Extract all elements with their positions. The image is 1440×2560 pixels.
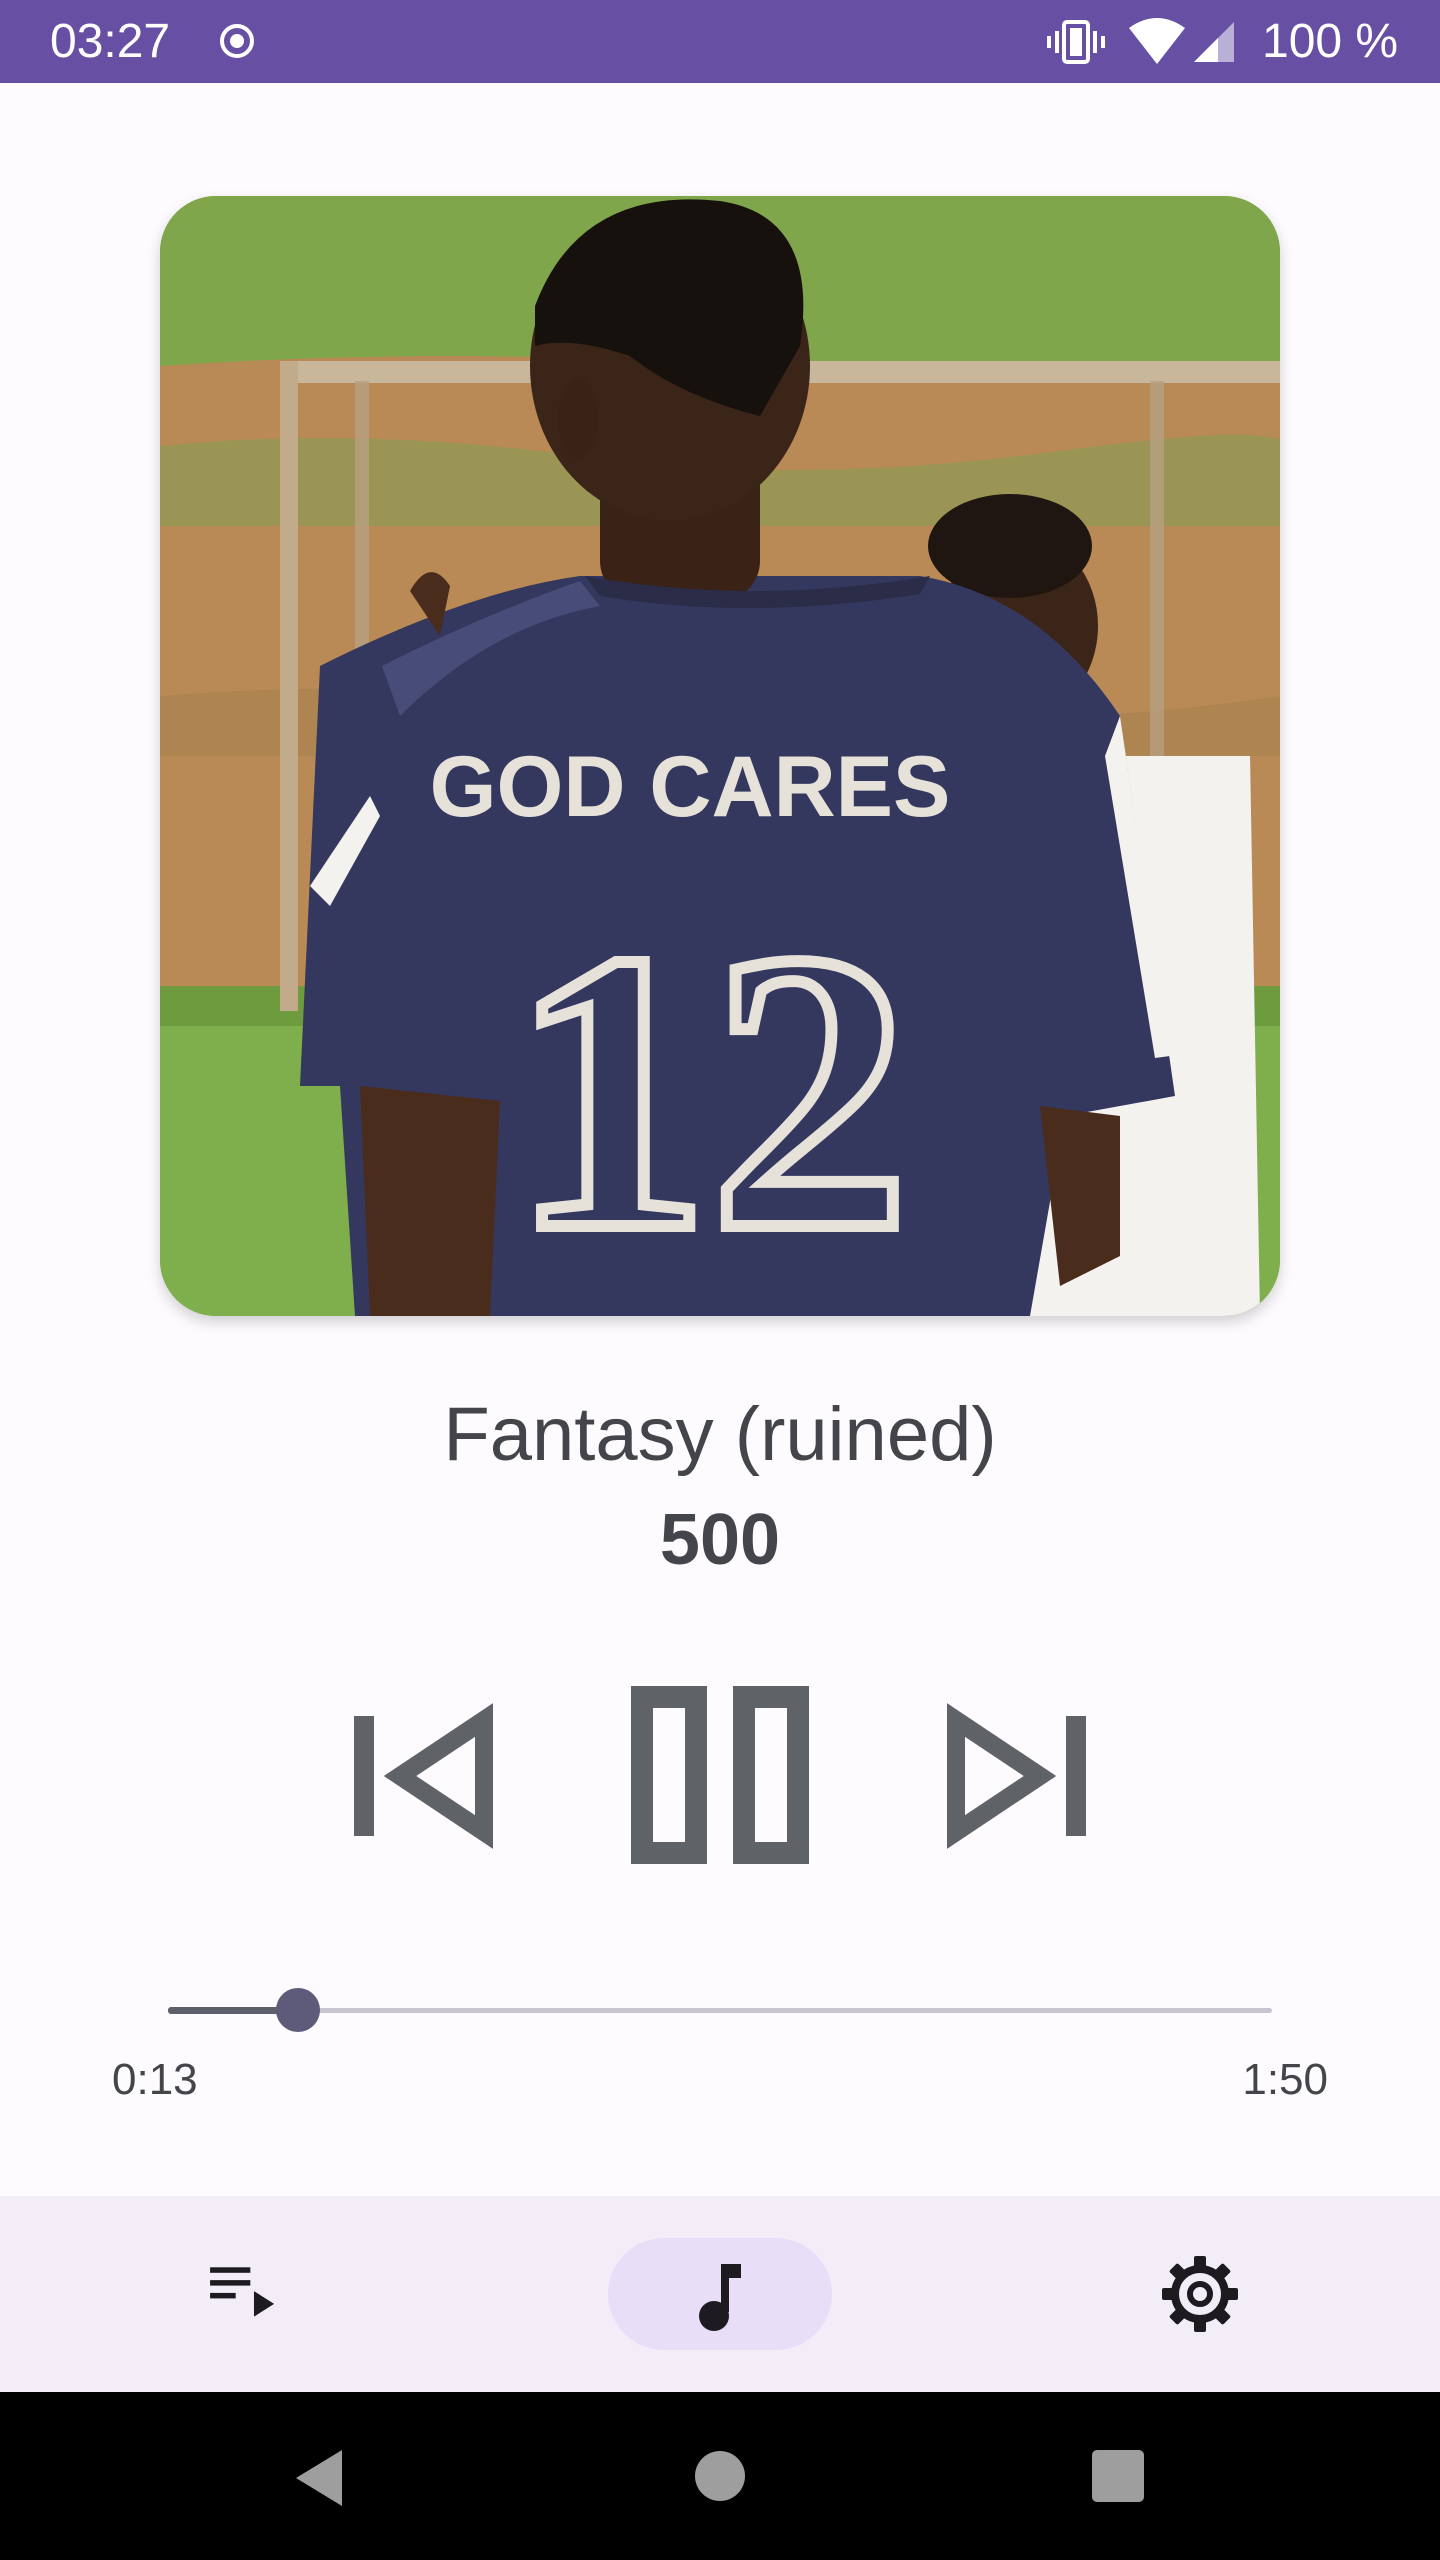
music-note-icon	[699, 2264, 741, 2331]
skip-previous-icon	[354, 1703, 493, 1849]
queue-icon	[210, 2267, 275, 2317]
album-art: GOD CARES 12	[160, 196, 1280, 1316]
bottom-navigation	[0, 2196, 1440, 2392]
nav-item-settings[interactable]	[1120, 2196, 1280, 2392]
elapsed-time: 0:13	[112, 2055, 198, 2104]
music-player-screen: 03:27 100 % GOD CARES 12 Fantasy (ruined…	[0, 0, 1440, 2560]
wifi-icon	[1129, 18, 1185, 64]
track-artist: 500	[659, 1500, 781, 1580]
signal-icon	[1194, 22, 1234, 62]
nav-item-player[interactable]	[560, 2196, 880, 2392]
skip-next-icon	[947, 1703, 1086, 1849]
jersey-text: GOD CARES	[430, 739, 951, 835]
record-icon	[220, 24, 254, 58]
home-icon[interactable]	[694, 2450, 746, 2502]
recents-icon[interactable]	[1090, 2448, 1146, 2504]
seek-bar[interactable]	[168, 1980, 1272, 2040]
total-time: 1:50	[1242, 2055, 1328, 2104]
system-navigation-bar	[0, 2392, 1440, 2560]
status-bar: 03:27 100 %	[0, 0, 1440, 83]
track-title: Fantasy (ruined)	[443, 1392, 997, 1477]
gear-icon	[1162, 2256, 1238, 2332]
jersey-number: 12	[510, 870, 910, 1313]
skip-next-button[interactable]	[940, 1700, 1100, 1850]
skip-previous-button[interactable]	[340, 1700, 500, 1850]
back-icon[interactable]	[290, 2446, 346, 2510]
seek-track	[168, 2008, 1272, 2013]
vibrate-icon	[1047, 20, 1105, 64]
pause-icon	[631, 1686, 809, 1864]
pause-button[interactable]	[620, 1680, 820, 1870]
nav-item-queue[interactable]	[160, 2196, 320, 2392]
battery-level: 100 %	[1262, 15, 1399, 68]
seek-thumb[interactable]	[276, 1988, 321, 2032]
status-time: 03:27	[50, 15, 171, 68]
